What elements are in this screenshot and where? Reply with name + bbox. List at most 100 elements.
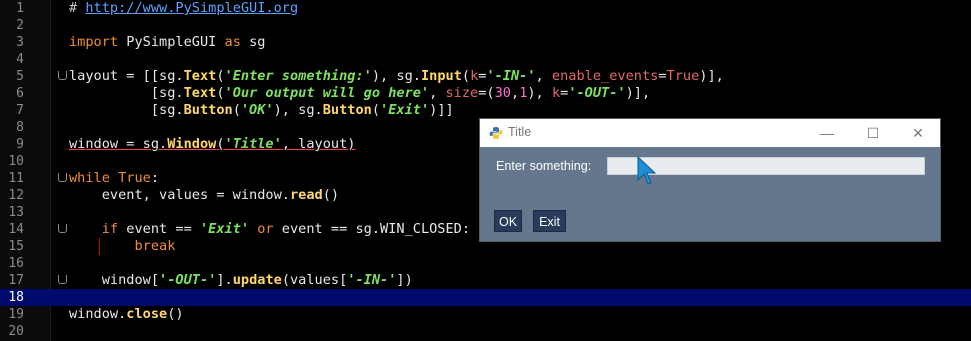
code-text: event == sg.WIN_CLOSED: bbox=[273, 221, 471, 237]
keyword-argument: size bbox=[445, 85, 479, 101]
keyword: import bbox=[69, 34, 119, 50]
code-text: event, values = window. bbox=[69, 187, 290, 203]
code-line[interactable]: 17 window['-OUT-'].update(values['-IN-']… bbox=[0, 272, 971, 289]
line-number: 3 bbox=[16, 35, 24, 50]
minimize-button[interactable]: — bbox=[816, 123, 838, 143]
keyword: break bbox=[69, 238, 176, 254]
fold-toggle-icon[interactable] bbox=[58, 173, 67, 182]
code-text: , bbox=[511, 85, 520, 101]
line-number: 13 bbox=[8, 205, 24, 220]
code-text: PySimpleGUI bbox=[118, 34, 225, 50]
string-literal: 'Our output will go here' bbox=[224, 85, 430, 101]
code-text: ( bbox=[461, 68, 471, 84]
code-text: )]] bbox=[429, 102, 454, 118]
line-number: 5 bbox=[16, 69, 24, 84]
python-logo-icon bbox=[489, 126, 503, 140]
code-text: ), sg. bbox=[371, 68, 421, 84]
code-text: ( bbox=[232, 102, 241, 118]
function-name: Text bbox=[183, 68, 217, 84]
line-number: 14 bbox=[8, 222, 24, 237]
code-line[interactable]: 4 bbox=[0, 51, 971, 68]
boolean-literal: True bbox=[666, 68, 700, 84]
code-text: ( bbox=[216, 136, 225, 152]
line-number: 6 bbox=[16, 86, 24, 101]
string-literal: 'Title' bbox=[224, 136, 282, 152]
code-line[interactable]: 16 bbox=[0, 255, 971, 272]
code-line[interactable]: 2 bbox=[0, 17, 971, 34]
function-name: update bbox=[232, 272, 282, 288]
line-number: 12 bbox=[8, 188, 24, 203]
fold-toggle-icon[interactable] bbox=[58, 275, 67, 284]
line-number: 18 bbox=[8, 290, 24, 305]
input-label: Enter something: bbox=[496, 159, 592, 173]
line-number: 17 bbox=[8, 273, 24, 288]
line-number: 19 bbox=[8, 307, 24, 322]
code-line[interactable]: 3 import PySimpleGUI as sg bbox=[0, 34, 971, 51]
code-text: () bbox=[167, 306, 184, 322]
function-name: read bbox=[289, 187, 323, 203]
string-literal: 'Enter something:' bbox=[224, 68, 372, 84]
line-number: 16 bbox=[8, 256, 24, 271]
fold-toggle-icon[interactable] bbox=[58, 224, 67, 233]
string-literal: 'Exit' bbox=[199, 221, 250, 237]
string-literal: 'Exit' bbox=[380, 102, 430, 118]
fold-toggle-icon[interactable] bbox=[58, 71, 67, 80]
code-text: ( bbox=[371, 102, 381, 118]
line-number: 9 bbox=[16, 137, 24, 152]
current-code-line[interactable]: 18 bbox=[0, 289, 971, 306]
line-number: 7 bbox=[16, 103, 24, 118]
code-line[interactable]: 19 window.close() bbox=[0, 306, 971, 323]
comment: # bbox=[69, 0, 86, 16]
maximize-button[interactable]: ☐ bbox=[862, 123, 884, 143]
code-text: window. bbox=[69, 306, 127, 322]
string-literal: 'OK' bbox=[240, 102, 274, 118]
number-literal: 30 bbox=[494, 85, 511, 101]
function-name: Text bbox=[183, 85, 217, 101]
string-literal: '-OUT-' bbox=[159, 272, 217, 288]
code-text: ( bbox=[216, 85, 225, 101]
line-number: 11 bbox=[8, 171, 24, 186]
code-text: ]. bbox=[216, 272, 233, 288]
code-text: )], bbox=[699, 68, 724, 84]
string-literal: '-IN-' bbox=[486, 68, 536, 84]
string-literal: '-IN-' bbox=[347, 272, 397, 288]
keyword-argument: enable_events bbox=[551, 68, 659, 84]
window-body: Enter something: OK Exit bbox=[480, 147, 940, 241]
line-number: 10 bbox=[8, 154, 24, 169]
ok-button[interactable]: OK bbox=[494, 210, 522, 232]
window-titlebar[interactable]: Title — ☐ ✕ bbox=[480, 119, 940, 147]
keyword: True bbox=[109, 170, 151, 186]
keyword-argument: k bbox=[551, 85, 561, 101]
code-text: sg bbox=[240, 34, 266, 50]
line-number: 15 bbox=[8, 239, 24, 254]
code-text: (values[ bbox=[281, 272, 348, 288]
function-name: Button bbox=[183, 102, 233, 118]
mouse-cursor-icon bbox=[637, 156, 657, 185]
code-text: ), sg. bbox=[273, 102, 323, 118]
code-line[interactable]: 5 layout = [[sg.Text('Enter something:')… bbox=[0, 68, 971, 85]
code-text: )], bbox=[625, 85, 651, 101]
exit-button[interactable]: Exit bbox=[533, 210, 566, 232]
code-text: = bbox=[658, 68, 667, 84]
line-number: 4 bbox=[16, 52, 24, 67]
code-text: , layout) bbox=[281, 136, 356, 152]
close-button[interactable]: ✕ bbox=[907, 123, 929, 143]
keyword: as bbox=[224, 34, 241, 50]
code-text: : bbox=[150, 170, 160, 186]
pysimplegui-window[interactable]: Title — ☐ ✕ Enter something: OK Exit bbox=[479, 118, 941, 242]
url-link[interactable]: http://www.PySimpleGUI.org bbox=[85, 0, 298, 16]
code-text: , bbox=[535, 68, 552, 84]
line-number: 1 bbox=[16, 1, 24, 16]
code-line[interactable]: 20 bbox=[0, 323, 971, 340]
function-name: Button bbox=[322, 102, 372, 118]
code-line[interactable]: 7 [sg.Button('OK'), sg.Button('Exit')]] bbox=[0, 102, 971, 119]
window-title: Title bbox=[508, 125, 532, 139]
keyword: while bbox=[69, 170, 110, 186]
line-number: 2 bbox=[16, 18, 24, 33]
keyword: if bbox=[69, 221, 119, 237]
string-literal: '-OUT-' bbox=[568, 85, 626, 101]
code-text: ( bbox=[216, 68, 225, 84]
code-line[interactable]: 1 # http://www.PySimpleGUI.org bbox=[0, 0, 971, 17]
code-line[interactable]: 6 [sg.Text('Our output will go here', si… bbox=[0, 85, 971, 102]
code-text: window[ bbox=[69, 272, 160, 288]
